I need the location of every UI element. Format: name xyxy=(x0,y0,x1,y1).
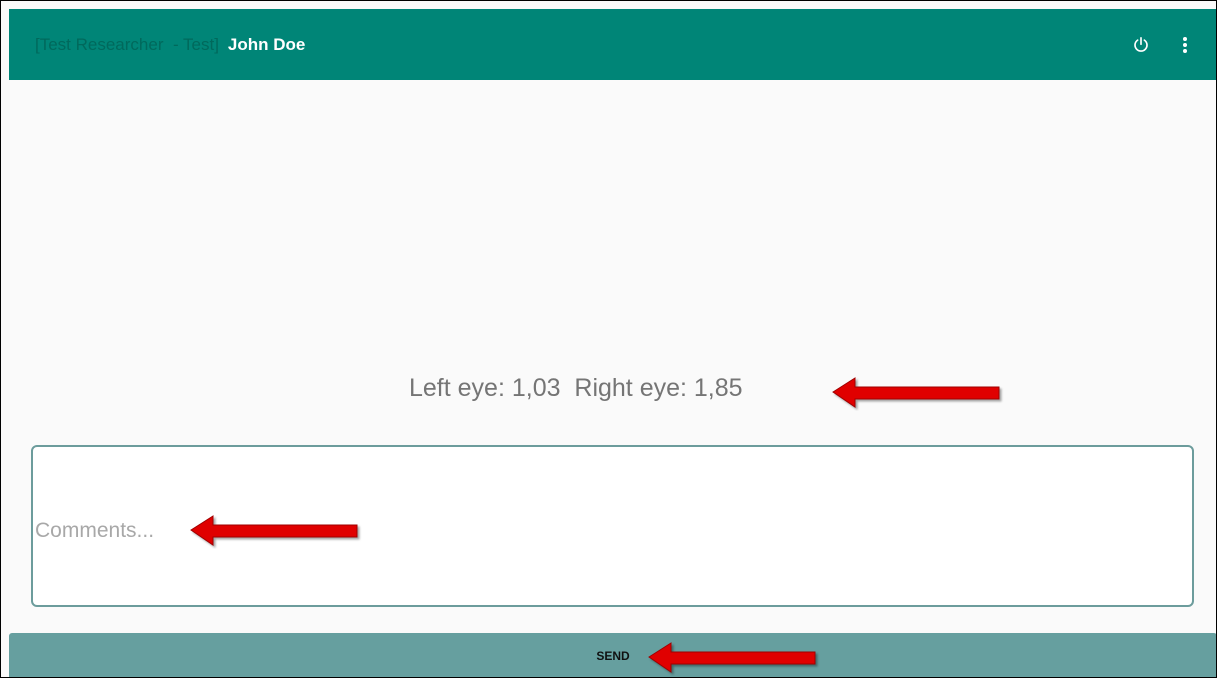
comments-box[interactable] xyxy=(31,445,1194,607)
send-button[interactable]: SEND xyxy=(9,633,1216,677)
app-bar-actions xyxy=(1129,9,1197,80)
power-icon[interactable] xyxy=(1129,33,1153,57)
app-window: [Test Researcher - Test] John Doe Left e… xyxy=(0,0,1217,678)
more-vert-icon[interactable] xyxy=(1173,33,1197,57)
participant-name: John Doe xyxy=(227,34,306,54)
researcher-label: [Test Researcher - Test] xyxy=(35,34,219,54)
eye-result-text: Left eye: 1,03 Right eye: 1,85 xyxy=(409,374,743,402)
app-bar: [Test Researcher - Test] John Doe xyxy=(9,9,1216,80)
comments-input[interactable] xyxy=(35,519,935,549)
